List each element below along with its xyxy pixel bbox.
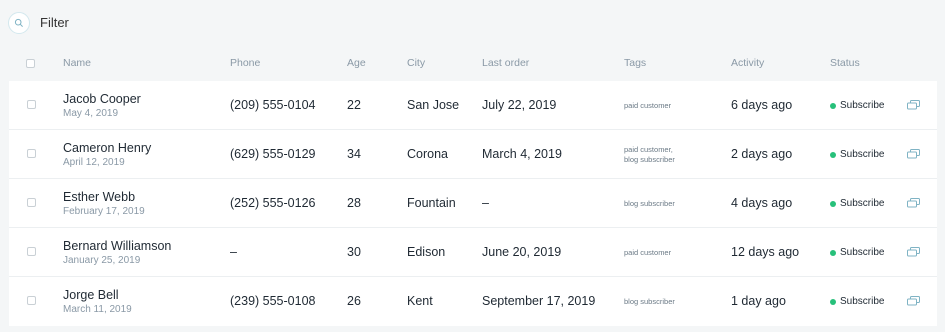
message-icon[interactable] — [907, 100, 920, 111]
table-row[interactable]: Jorge Bell March 11, 2019 (239) 555-0108… — [9, 277, 937, 326]
customer-age: 22 — [347, 98, 361, 112]
column-header-city[interactable]: City — [407, 57, 425, 69]
customer-activity: 1 day ago — [731, 294, 786, 308]
column-header-name[interactable]: Name — [63, 57, 91, 69]
customer-age: 26 — [347, 294, 361, 308]
customer-activity: 4 days ago — [731, 196, 793, 210]
customer-age: 34 — [347, 147, 361, 161]
customer-status[interactable]: Subscribe — [840, 149, 884, 160]
status-dot — [830, 201, 836, 207]
customer-city: Corona — [407, 147, 448, 161]
row-checkbox[interactable] — [27, 296, 36, 305]
customer-tag: blog subscriber — [624, 297, 675, 306]
customer-last-order: June 20, 2019 — [482, 245, 562, 259]
customer-activity: 6 days ago — [731, 98, 793, 112]
customer-last-order: September 17, 2019 — [482, 294, 596, 308]
customer-status[interactable]: Subscribe — [840, 296, 884, 307]
table-header: Name Phone Age City Last order Tags Acti… — [0, 46, 945, 80]
customer-name[interactable]: Jorge Bell — [63, 288, 119, 302]
filter-button[interactable] — [8, 12, 30, 34]
customer-name[interactable]: Bernard Williamson — [63, 239, 171, 253]
table-row[interactable]: Jacob Cooper May 4, 2019 (209) 555-0104 … — [9, 81, 937, 130]
customer-tag: blog subscriber — [624, 155, 675, 164]
row-checkbox[interactable] — [27, 100, 36, 109]
message-icon[interactable] — [907, 247, 920, 258]
customer-name[interactable]: Esther Webb — [63, 190, 135, 204]
customer-tag: blog subscriber — [624, 199, 675, 208]
column-header-last-order[interactable]: Last order — [482, 57, 529, 69]
customer-phone: (629) 555-0129 — [230, 147, 316, 161]
status-dot — [830, 103, 836, 109]
filter-label[interactable]: Filter — [40, 15, 69, 30]
customer-tag: paid customer, — [624, 145, 673, 154]
customer-age: 28 — [347, 196, 361, 210]
row-checkbox[interactable] — [27, 149, 36, 158]
column-header-age[interactable]: Age — [347, 57, 366, 69]
customer-tag: paid customer — [624, 101, 672, 110]
row-checkbox[interactable] — [27, 247, 36, 256]
customer-city: Kent — [407, 294, 433, 308]
customer-tag: paid customer — [624, 248, 672, 257]
customer-phone: (209) 555-0104 — [230, 98, 316, 112]
customer-activity: 2 days ago — [731, 147, 793, 161]
customer-date: March 11, 2019 — [63, 304, 132, 315]
customer-status[interactable]: Subscribe — [840, 198, 884, 209]
column-header-tags[interactable]: Tags — [624, 57, 646, 69]
column-header-status[interactable]: Status — [830, 57, 860, 69]
table-row[interactable]: Cameron Henry April 12, 2019 (629) 555-0… — [9, 130, 937, 179]
customer-last-order: July 22, 2019 — [482, 98, 557, 112]
table-body: Jacob Cooper May 4, 2019 (209) 555-0104 … — [9, 81, 937, 326]
customer-last-order: March 4, 2019 — [482, 147, 562, 161]
customer-phone: – — [230, 245, 237, 259]
message-icon[interactable] — [907, 149, 920, 160]
customer-phone: (252) 555-0126 — [230, 196, 316, 210]
customer-city: San Jose — [407, 98, 460, 112]
status-dot — [830, 250, 836, 256]
customer-name[interactable]: Jacob Cooper — [63, 92, 141, 106]
customer-status[interactable]: Subscribe — [840, 247, 884, 258]
customer-last-order: – — [482, 196, 489, 210]
customer-name[interactable]: Cameron Henry — [63, 141, 151, 155]
message-icon[interactable] — [907, 296, 920, 307]
column-header-phone[interactable]: Phone — [230, 57, 260, 69]
filter-bar: Filter — [0, 0, 945, 46]
customer-phone: (239) 555-0108 — [230, 294, 316, 308]
row-checkbox[interactable] — [27, 198, 36, 207]
customer-activity: 12 days ago — [731, 245, 800, 259]
message-icon[interactable] — [907, 198, 920, 209]
customer-city: Fountain — [407, 196, 456, 210]
status-dot — [830, 299, 836, 305]
table-row[interactable]: Bernard Williamson January 25, 2019 – 30… — [9, 228, 937, 277]
customer-city: Edison — [407, 245, 446, 259]
status-dot — [830, 152, 836, 158]
customer-date: January 25, 2019 — [63, 255, 141, 266]
customer-status[interactable]: Subscribe — [840, 100, 884, 111]
customer-date: April 12, 2019 — [63, 157, 125, 168]
customer-date: May 4, 2019 — [63, 108, 119, 119]
customer-date: February 17, 2019 — [63, 206, 145, 217]
table-row[interactable]: Esther Webb February 17, 2019 (252) 555-… — [9, 179, 937, 228]
search-icon — [14, 18, 23, 27]
select-all-checkbox[interactable] — [26, 59, 35, 68]
column-header-activity[interactable]: Activity — [731, 57, 764, 69]
customer-age: 30 — [347, 245, 361, 259]
